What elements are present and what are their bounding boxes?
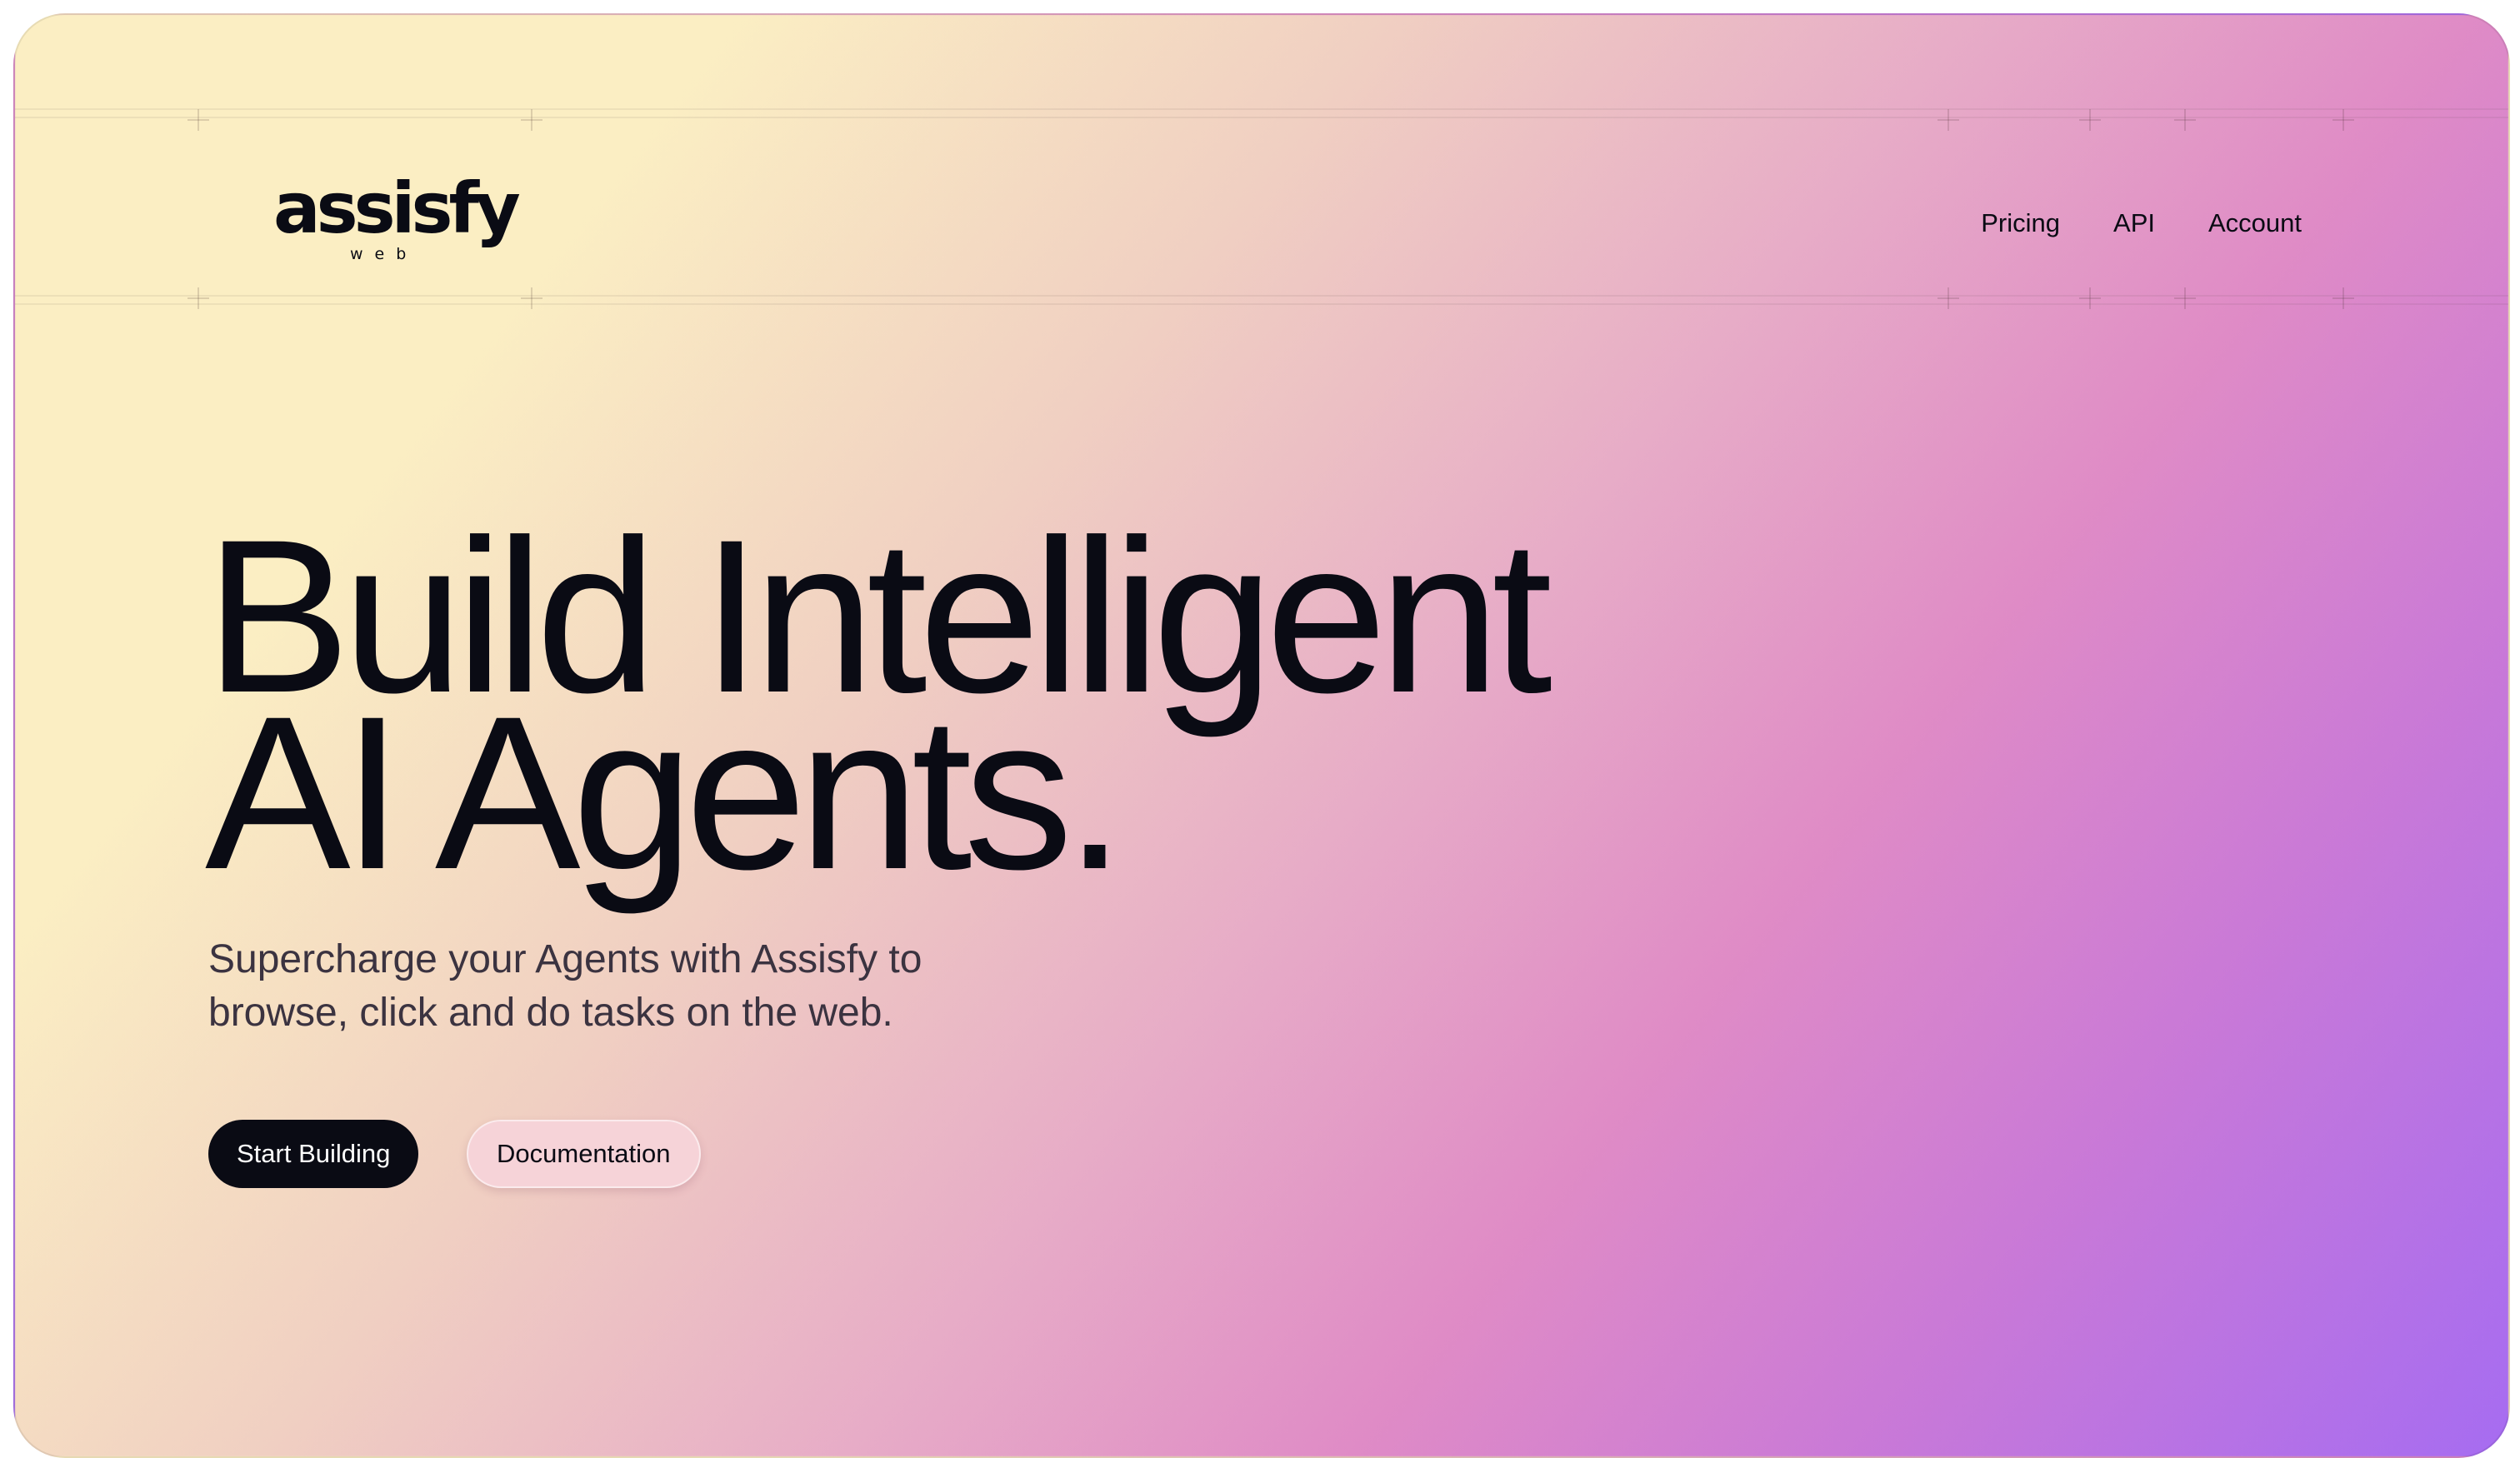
start-building-button[interactable]: Start Building bbox=[208, 1120, 419, 1188]
nav-item-account[interactable]: Account bbox=[2208, 208, 2302, 238]
documentation-button[interactable]: Documentation bbox=[467, 1120, 701, 1188]
nav-item-pricing[interactable]: Pricing bbox=[1981, 208, 2060, 238]
hero-subtitle-line-1: Supercharge your Agents with Assisfy to bbox=[208, 937, 922, 981]
logo-wordmark: assisfy bbox=[273, 167, 521, 249]
grid-plus-icon bbox=[521, 287, 542, 309]
grid-plus-icon bbox=[1938, 287, 1959, 309]
grid-plus-icon bbox=[2174, 109, 2196, 131]
grid-plus-icon bbox=[188, 109, 209, 131]
logo-subtext: web bbox=[350, 245, 418, 263]
grid-line-bottom-2 bbox=[15, 303, 2508, 305]
grid-line-top bbox=[15, 108, 2508, 110]
hero-title: Build Intelligent AI Agents. bbox=[205, 507, 1552, 902]
grid-line-bottom bbox=[15, 295, 2508, 297]
hero-subtitle: Supercharge your Agents with Assisfy to … bbox=[208, 933, 1042, 1040]
hero-subtitle-line-2: browse, click and do tasks on the web. bbox=[208, 991, 893, 1035]
nav-item-api[interactable]: API bbox=[2113, 208, 2155, 238]
hero-section: assisfy web Pricing API Account Build In… bbox=[13, 13, 2510, 1458]
grid-plus-icon bbox=[2079, 287, 2101, 309]
grid-plus-icon bbox=[2079, 109, 2101, 131]
grid-plus-icon bbox=[2332, 287, 2354, 309]
grid-plus-icon bbox=[1938, 109, 1959, 131]
brand-logo[interactable]: assisfy web bbox=[273, 173, 521, 272]
grid-plus-icon bbox=[2174, 287, 2196, 309]
grid-plus-icon bbox=[2332, 109, 2354, 131]
grid-plus-icon bbox=[521, 109, 542, 131]
grid-plus-icon bbox=[188, 287, 209, 309]
grid-line-top-2 bbox=[15, 117, 2508, 118]
top-nav: Pricing API Account bbox=[1981, 208, 2302, 238]
